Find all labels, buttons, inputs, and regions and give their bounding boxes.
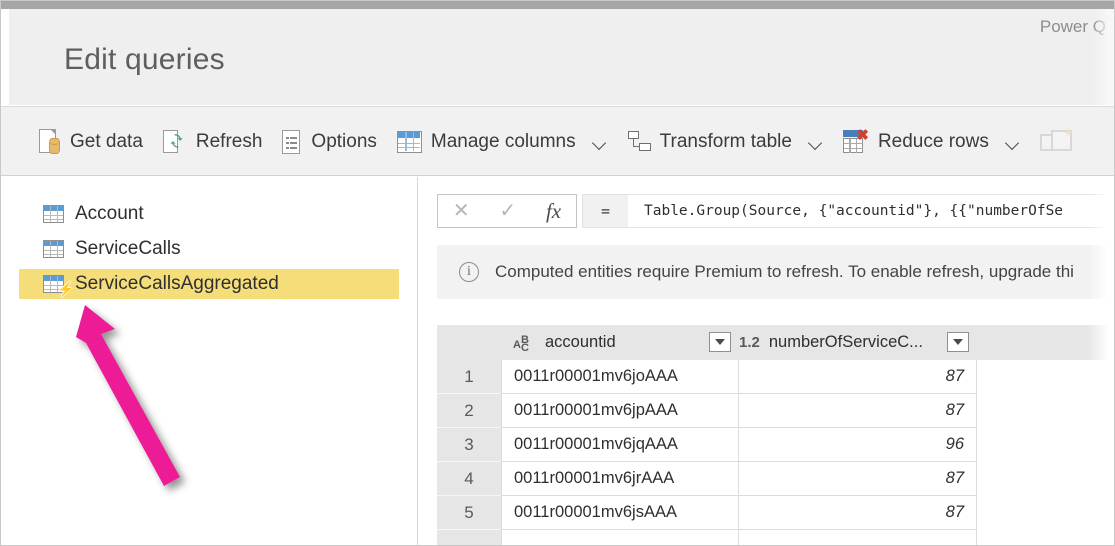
row-number: 5 — [437, 496, 501, 530]
sidebar-item-account[interactable]: Account — [19, 199, 399, 229]
cell-accountid[interactable]: 0011r00001mv6jrAAA — [501, 462, 739, 496]
window-top-strip — [1, 1, 1114, 9]
sidebar-item-servicecallsaggregated[interactable]: ⚡ ServiceCallsAggregated — [19, 269, 399, 299]
row-number: 3 — [437, 428, 501, 462]
cell-numberofservicecalls[interactable]: 87 — [739, 462, 977, 496]
reduce-rows-button[interactable]: ✖ Reduce rows — [833, 124, 1030, 160]
formula-bar: ✕ ✓ fx = Table.Group(Source, {"accountid… — [437, 194, 1114, 228]
queries-list: Account ServiceCalls ⚡ ServiceCallsAggre… — [1, 199, 417, 304]
lightning-bolt-icon: ⚡ — [57, 281, 75, 297]
transform-table-label: Transform table — [659, 130, 792, 152]
sidebar-item-label: ServiceCalls — [75, 238, 181, 259]
table-grid-icon — [396, 130, 422, 153]
row-number: 4 — [437, 462, 501, 496]
get-data-icon — [39, 128, 61, 155]
grid-header-row: ABC accountid 1.2 numberOfServiceC... — [437, 325, 1114, 360]
table-row[interactable]: 1 0011r00001mv6joAAA 87 — [437, 360, 1114, 394]
reduce-rows-label: Reduce rows — [877, 130, 989, 152]
cell-numberofservicecalls[interactable]: 96 — [739, 428, 977, 462]
fx-icon[interactable]: fx — [546, 200, 561, 222]
cell-accountid[interactable] — [501, 530, 739, 545]
row-filler — [977, 530, 1114, 545]
table-row[interactable]: 5 0011r00001mv6jsAAA 87 — [437, 496, 1114, 530]
row-filler — [977, 496, 1114, 530]
row-number-header — [437, 325, 501, 360]
column-header-label: numberOfServiceC... — [768, 333, 923, 351]
cell-numberofservicecalls[interactable] — [739, 530, 977, 545]
grid-header-filler — [977, 325, 1114, 360]
get-data-button[interactable]: Get data — [29, 123, 153, 161]
cell-numberofservicecalls[interactable]: 87 — [739, 496, 977, 530]
table-row[interactable]: 2 0011r00001mv6jpAAA 87 — [437, 394, 1114, 428]
table-icon — [43, 205, 64, 223]
row-filler — [977, 428, 1114, 462]
computed-table-icon: ⚡ — [43, 275, 74, 296]
title-bar: Power Q Edit queries — [9, 9, 1108, 105]
get-data-label: Get data — [70, 130, 143, 152]
cell-accountid[interactable]: 0011r00001mv6jpAAA — [501, 394, 739, 428]
queries-sidebar: Account ServiceCalls ⚡ ServiceCallsAggre… — [1, 177, 418, 545]
manage-columns-button[interactable]: Manage columns — [387, 125, 617, 159]
banner-message: Computed entities require Premium to ref… — [495, 262, 1074, 281]
premium-refresh-banner: i Computed entities require Premium to r… — [437, 245, 1114, 299]
formula-input[interactable]: Table.Group(Source, {"accountid"}, {{"nu… — [628, 194, 1114, 228]
table-row[interactable]: 3 0011r00001mv6jqAAA 96 — [437, 428, 1114, 462]
row-number: 1 — [437, 360, 501, 394]
power-query-editor-window: Power Q Edit queries Get data Refresh Op… — [0, 0, 1115, 546]
query-main-pane: ✕ ✓ fx = Table.Group(Source, {"accountid… — [419, 177, 1114, 545]
formula-bar-actions: ✕ ✓ fx — [437, 194, 577, 228]
duplicate-icon: ✦ — [1039, 126, 1074, 156]
check-icon[interactable]: ✓ — [499, 201, 516, 221]
options-label: Options — [311, 130, 377, 152]
close-icon[interactable]: ✕ — [453, 201, 470, 221]
table-row-partial[interactable] — [437, 530, 1114, 545]
product-name-label: Power Q — [1039, 17, 1106, 36]
page-title: Edit queries — [64, 43, 225, 76]
text-type-icon: ABC — [513, 333, 529, 354]
manage-columns-label: Manage columns — [430, 130, 576, 152]
column-filter-dropdown[interactable] — [709, 332, 731, 352]
row-filler — [977, 360, 1114, 394]
options-icon — [282, 129, 302, 155]
cell-numberofservicecalls[interactable]: 87 — [739, 360, 977, 394]
sidebar-item-label: ServiceCallsAggregated — [75, 273, 279, 294]
chevron-down-icon[interactable] — [810, 138, 823, 146]
table-row[interactable]: 4 0011r00001mv6jrAAA 87 — [437, 462, 1114, 496]
column-header-accountid[interactable]: ABC accountid — [501, 325, 739, 360]
refresh-button[interactable]: Refresh — [153, 123, 273, 161]
info-icon: i — [459, 262, 479, 282]
transform-table-icon — [627, 130, 651, 153]
table-icon — [43, 240, 64, 258]
duplicate-query-button[interactable]: ✦ — [1030, 122, 1084, 162]
chevron-down-icon[interactable] — [594, 138, 607, 146]
cell-accountid[interactable]: 0011r00001mv6joAAA — [501, 360, 739, 394]
row-filler — [977, 394, 1114, 428]
transform-table-button[interactable]: Transform table — [617, 125, 833, 159]
decimal-type-icon: 1.2 — [739, 334, 760, 351]
row-filler — [977, 462, 1114, 496]
sidebar-item-label: Account — [75, 203, 144, 224]
column-header-label: accountid — [545, 333, 616, 351]
formula-equals-label: = — [582, 194, 628, 228]
refresh-icon — [162, 129, 187, 155]
cell-accountid[interactable]: 0011r00001mv6jqAAA — [501, 428, 739, 462]
row-number: 2 — [437, 394, 501, 428]
row-number — [437, 530, 501, 545]
ribbon-toolbar: Get data Refresh Options Manage columns … — [1, 106, 1114, 176]
cell-accountid[interactable]: 0011r00001mv6jsAAA — [501, 496, 739, 530]
options-button[interactable]: Options — [272, 123, 386, 161]
cell-numberofservicecalls[interactable]: 87 — [739, 394, 977, 428]
data-preview-grid: ABC accountid 1.2 numberOfServiceC... 1 … — [437, 325, 1114, 545]
sidebar-item-servicecalls[interactable]: ServiceCalls — [19, 234, 399, 264]
refresh-label: Refresh — [195, 130, 263, 152]
column-header-numberofservicecalls[interactable]: 1.2 numberOfServiceC... — [739, 325, 977, 360]
reduce-rows-icon: ✖ — [842, 128, 869, 154]
column-filter-dropdown[interactable] — [947, 332, 969, 352]
chevron-down-icon[interactable] — [1007, 138, 1020, 146]
